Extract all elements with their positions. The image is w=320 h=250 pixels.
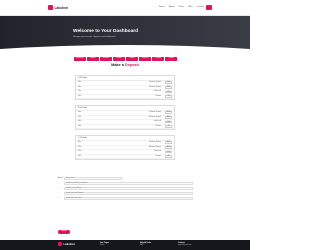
row-key: Plan [78,91,82,93]
row-key: Plan [78,156,82,158]
payment-option[interactable]: ○ Spend funds from Ethereum [58,192,193,196]
row-badge: 30 [165,95,172,98]
tab-referrals[interactable]: Referrals [139,57,151,61]
row-badge: 3.5% [165,120,172,124]
footer-logo[interactable]: Lakshmi [58,242,75,246]
plan-card: 3-5% Daily Plan Minimum Deposit $1000 Pl… [75,105,175,131]
logo-icon [58,242,62,246]
nav-item-faq[interactable]: FAQ [188,6,192,8]
row-value: Minimum Deposit [149,112,161,114]
nav-menu: Home About Plans FAQ Contact [159,6,204,8]
row-key: Plan [78,86,82,88]
footer-link[interactable]: FAQ [140,245,143,246]
nav-item-about[interactable]: About [169,6,175,8]
row-value: Minimum Deposit [149,82,161,84]
payment-option-label: Spend funds from Account Balance [64,182,193,186]
footer-column-title: Helpful Links [140,242,152,244]
row-badge: 1.3% [165,90,172,94]
plan-card-row: Plan Duration 30 [76,155,174,160]
nav-item-home[interactable]: Home [159,6,165,8]
footer-contact: support@mail.com [178,244,192,246]
row-value: Daily Profit [153,91,161,93]
payment-option-label: Spend funds from Litecoin [64,197,193,201]
payment-option[interactable]: ○ Spend funds from Account Balance [58,182,193,186]
plan-card-row: Plan Duration 30 [76,95,174,100]
menu-button[interactable] [206,5,212,10]
deposit-form: Amount Enter amount ○ Spend funds from A… [58,177,193,202]
row-key: Plan [78,151,82,153]
tab-transfer[interactable]: Transfer [113,57,125,61]
payment-option-label: Spend funds from Bitcoin [64,187,193,191]
plan-card: 5-7% Daily Plan Minimum Deposit $5000 Pl… [75,135,175,161]
tab-deposit[interactable]: Deposit [87,57,99,61]
footer-column-contact: Contact support@mail.com [178,242,191,246]
payment-option[interactable]: ○ Spend funds from Litecoin [58,197,193,201]
row-value: Daily Profit [153,121,161,123]
row-value: Maximum Deposit [148,146,161,148]
row-key: Plan [78,82,82,84]
tab-withdraw[interactable]: Withdraw [100,57,112,61]
row-badge: $1000 [165,111,172,115]
row-badge: $50 [165,81,172,85]
footer-column-title: Contact [178,242,185,244]
row-badge: $9999 [165,145,172,149]
dashboard-tabs: Dashboard Deposit Withdraw Transfer Hist… [74,57,177,61]
row-badge: 30 [165,125,172,128]
hero-subtitle: Manage your account, deposits and withdr… [73,36,116,38]
row-key: Plan [78,126,82,128]
section-title: Make a Deposit [0,63,250,67]
row-key: Plan [78,112,82,114]
amount-input[interactable]: Enter amount [64,177,122,181]
section-title-prefix: Make a [111,63,125,67]
row-value: Maximum Deposit [148,86,161,88]
top-navigation: Lakshmi Home About Plans FAQ Contact [0,0,250,16]
tab-logout[interactable]: Logout [165,57,177,61]
footer-logo-text: Lakshmi [63,242,75,246]
logo[interactable]: Lakshmi [48,5,68,10]
hero-banner: Welcome to Your Dashboard Manage your ac… [0,16,250,52]
deposit-submit-button[interactable]: Deposit [58,230,70,234]
footer-link[interactable]: Home [100,245,104,246]
payment-option[interactable]: ○ Spend funds from Bitcoin [58,187,193,191]
row-value: Daily Profit [153,151,161,153]
footer-column-links: Helpful Links FAQ [140,242,151,246]
amount-row: Amount Enter amount [58,177,193,181]
row-value: Duration [155,96,161,98]
row-badge: $5000 [165,141,172,145]
row-value: Duration [155,126,161,128]
tab-settings[interactable]: Settings [152,57,164,61]
nav-item-plans[interactable]: Plans [179,6,184,8]
row-key: Plan [78,142,82,144]
row-key: Plan [78,121,82,123]
plan-card-row: Plan Duration 30 [76,125,174,130]
section-title-accent: Deposit [124,63,139,67]
row-badge: $999 [165,85,172,89]
row-key: Plan [78,96,82,98]
tab-dashboard[interactable]: Dashboard [74,57,86,61]
payment-option-label: Spend funds from Ethereum [64,192,193,196]
row-value: Duration [155,156,161,158]
tab-history[interactable]: History [126,57,138,61]
footer-column-pages: Our Pages Home [100,242,109,246]
row-key: Plan [78,146,82,148]
row-value: Minimum Deposit [149,142,161,144]
plan-card: 1-3% Daily Plan Minimum Deposit $50 Plan… [75,75,175,101]
row-badge: 5.7% [165,150,172,154]
row-value: Maximum Deposit [148,116,161,118]
hero-wave-divider [0,45,250,52]
nav-item-contact[interactable]: Contact [196,6,204,8]
logo-text: Lakshmi [54,5,69,10]
hero-title: Welcome to Your Dashboard [73,29,139,34]
logo-icon [48,5,53,10]
footer-column-title: Our Pages [100,242,109,244]
footer: Lakshmi Our Pages Home Helpful Links FAQ… [0,240,250,250]
row-badge: $4999 [165,115,172,119]
row-badge: 30 [165,155,172,158]
row-key: Plan [78,116,82,118]
